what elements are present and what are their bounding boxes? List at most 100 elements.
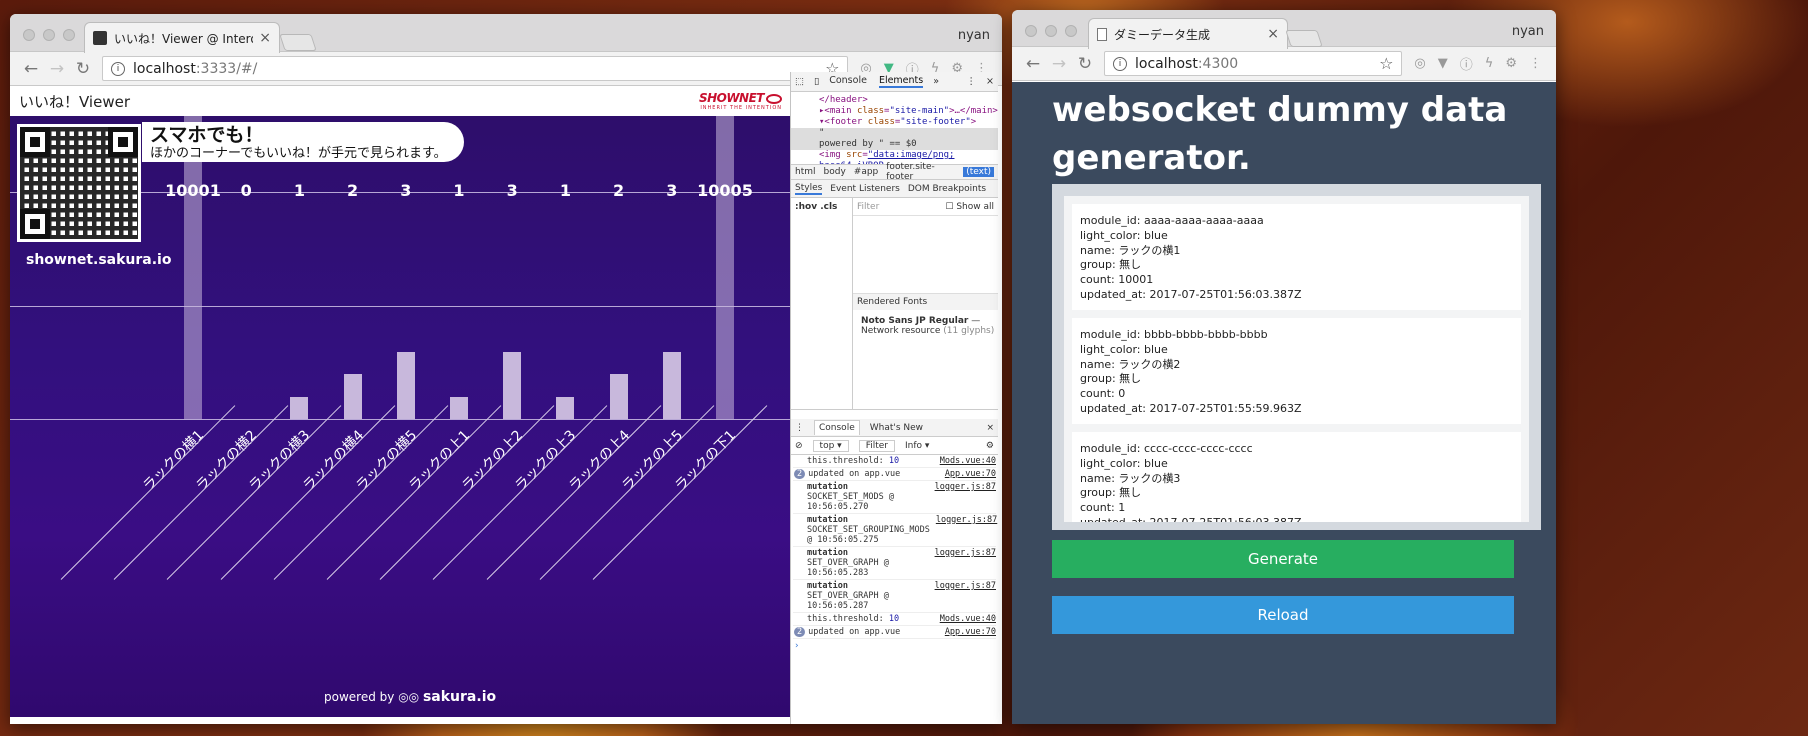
- lightning-icon[interactable]: ϟ: [1485, 56, 1494, 71]
- hov-cls-toggle[interactable]: :hov .cls: [791, 198, 853, 409]
- info-icon[interactable]: i: [1113, 56, 1127, 71]
- log-source-link[interactable]: App.vue:70: [939, 627, 996, 637]
- log-source-link[interactable]: Mods.vue:40: [934, 456, 996, 466]
- bookmark-star-icon[interactable]: ☆: [1379, 54, 1393, 73]
- page-title: いいね！Viewer: [19, 92, 130, 111]
- styles-filter[interactable]: Filter ☐ Show all: [853, 198, 998, 216]
- back-arrow-icon[interactable]: ←: [18, 59, 44, 79]
- zoom-light[interactable]: [1065, 25, 1077, 37]
- dom-token: <img: [819, 150, 847, 160]
- devtools-toolbar: ⬚ ▯ Console Elements » ⋮ ×: [791, 72, 998, 92]
- info-extension-icon[interactable]: ⓘ: [1460, 54, 1473, 73]
- address-bar[interactable]: i localhost:4300 ☆: [1104, 51, 1403, 76]
- dom-node-line[interactable]: ▸<main class="site-main">…</main>: [819, 106, 998, 117]
- breadcrumb-item[interactable]: #app: [854, 167, 878, 177]
- tab-close-icon[interactable]: ×: [1267, 26, 1279, 42]
- reload-icon[interactable]: ↻: [70, 59, 96, 79]
- clear-console-icon[interactable]: ⊘: [795, 441, 803, 451]
- drawer-close-icon[interactable]: ×: [986, 423, 994, 433]
- generate-button[interactable]: Generate: [1052, 540, 1514, 578]
- show-all-checkbox[interactable]: ☐ Show all: [945, 202, 994, 212]
- devtools-menu-icon[interactable]: ⋮: [967, 76, 977, 87]
- log-source-link[interactable]: logger.js:87: [929, 482, 996, 512]
- level-select[interactable]: Info ▾: [905, 441, 929, 451]
- record-light-color: light_color: blue: [1080, 228, 1168, 242]
- record-light-color: light_color: blue: [1080, 456, 1168, 470]
- elements-tree[interactable]: </header> ▸<main class="site-main">…</mai…: [791, 92, 998, 164]
- console-settings-icon[interactable]: ⚙: [986, 441, 994, 451]
- more-tabs-icon[interactable]: »: [933, 76, 939, 87]
- dom-token: ▾<footer: [819, 117, 868, 127]
- device-toggle-icon[interactable]: ▯: [814, 76, 819, 87]
- info-icon[interactable]: i: [111, 61, 125, 76]
- devtools-close-icon[interactable]: ×: [986, 76, 994, 87]
- zoom-light[interactable]: [63, 29, 75, 41]
- bar-value-label: 3: [400, 181, 412, 200]
- log-source-link[interactable]: App.vue:70: [939, 469, 996, 479]
- log-message: mutation SOCKET_SET_MODS @ 10:56:05.270: [807, 482, 929, 512]
- window-controls[interactable]: [23, 29, 75, 41]
- inspect-icon[interactable]: ⬚: [795, 76, 804, 87]
- reload-icon[interactable]: ↻: [1072, 54, 1098, 74]
- profile-name[interactable]: nyan: [1512, 24, 1544, 39]
- breadcrumb-item[interactable]: html: [795, 167, 816, 177]
- new-tab-button[interactable]: [279, 34, 317, 51]
- record-updated-at: updated_at: 2017-07-25T01:55:59.963Z: [1080, 401, 1302, 415]
- styles-subtab[interactable]: DOM Breakpoints: [908, 184, 986, 194]
- dom-node-line[interactable]: powered by " == $0: [791, 139, 998, 150]
- minimize-light[interactable]: [1045, 25, 1057, 37]
- tab-viewer[interactable]: いいね！Viewer @ Interop 201 ×: [84, 22, 280, 53]
- minimize-light[interactable]: [43, 29, 55, 41]
- log-source-link[interactable]: logger.js:87: [929, 581, 996, 611]
- bar-value-label: 2: [613, 181, 625, 200]
- console-prompt[interactable]: ›: [791, 639, 998, 653]
- record-module-id: module_id: bbbb-bbbb-bbbb-bbbb: [1080, 328, 1268, 341]
- address-bar[interactable]: i localhost:3333/#/ ☆: [102, 56, 849, 81]
- styles-subtab[interactable]: Styles: [795, 183, 823, 195]
- window-controls-right[interactable]: [1025, 25, 1077, 37]
- vue-devtools-icon[interactable]: ▼: [1438, 56, 1448, 71]
- breadcrumb-item[interactable]: body: [824, 167, 846, 177]
- devtools-tab[interactable]: Console: [829, 75, 867, 88]
- devtools-tab[interactable]: Elements: [878, 75, 924, 88]
- dom-node-line[interactable]: <img src="data:image/png;: [819, 150, 998, 161]
- sakura-brand: sakura.io: [422, 689, 497, 705]
- context-select[interactable]: top ▾: [812, 439, 849, 452]
- dom-token: class: [867, 117, 895, 127]
- extension-icon[interactable]: ◎: [1414, 56, 1425, 71]
- dom-node-line[interactable]: ": [791, 128, 998, 139]
- drawer-menu-icon[interactable]: ⋮: [795, 423, 804, 433]
- context-value: top: [819, 440, 835, 451]
- record-card: module_id: aaaa-aaaa-aaaa-aaaa light_colo…: [1072, 204, 1521, 310]
- sakura-logo-icon: ◎◎: [398, 690, 420, 704]
- log-message: this.threshold: 10: [807, 456, 899, 466]
- breadcrumb-item[interactable]: (text): [963, 167, 994, 177]
- settings-extension-icon[interactable]: ⚙: [1505, 56, 1517, 71]
- menu-dots-icon[interactable]: ⋮: [1529, 56, 1542, 71]
- close-light[interactable]: [23, 29, 35, 41]
- styles-subtab[interactable]: Event Listeners: [830, 184, 900, 194]
- tab-generator[interactable]: ダミーデータ生成 ×: [1088, 18, 1288, 49]
- forward-arrow-icon[interactable]: →: [44, 59, 70, 79]
- console-tab[interactable]: Console: [814, 420, 860, 435]
- back-arrow-icon[interactable]: ←: [1020, 54, 1046, 74]
- breadcrumb: html body #app footer.site-footer (text): [791, 162, 998, 182]
- dom-node-line[interactable]: </header>: [819, 95, 998, 106]
- profile-name[interactable]: nyan: [958, 28, 990, 43]
- console-filter-input[interactable]: Filter: [858, 439, 895, 452]
- dom-node-line[interactable]: ▾<footer class="site-footer">: [819, 117, 998, 128]
- close-light[interactable]: [1025, 25, 1037, 37]
- bar-value-label: 10005: [697, 181, 753, 200]
- reload-button[interactable]: Reload: [1052, 596, 1514, 634]
- shownet-swirl-icon: [766, 93, 782, 104]
- viewer-favicon-icon: [93, 31, 107, 45]
- new-tab-button[interactable]: [1285, 30, 1323, 47]
- forward-arrow-icon[interactable]: →: [1046, 54, 1072, 74]
- records-scroll-area[interactable]: module_id: aaaa-aaaa-aaaa-aaaa light_colo…: [1052, 184, 1541, 530]
- log-source-link[interactable]: logger.js:87: [930, 515, 997, 545]
- breadcrumb-item[interactable]: footer.site-footer: [886, 162, 955, 182]
- log-source-link[interactable]: Mods.vue:40: [934, 614, 996, 624]
- console-tab[interactable]: What's New: [870, 423, 923, 433]
- log-source-link[interactable]: logger.js:87: [929, 548, 996, 578]
- tab-close-icon[interactable]: ×: [259, 30, 271, 46]
